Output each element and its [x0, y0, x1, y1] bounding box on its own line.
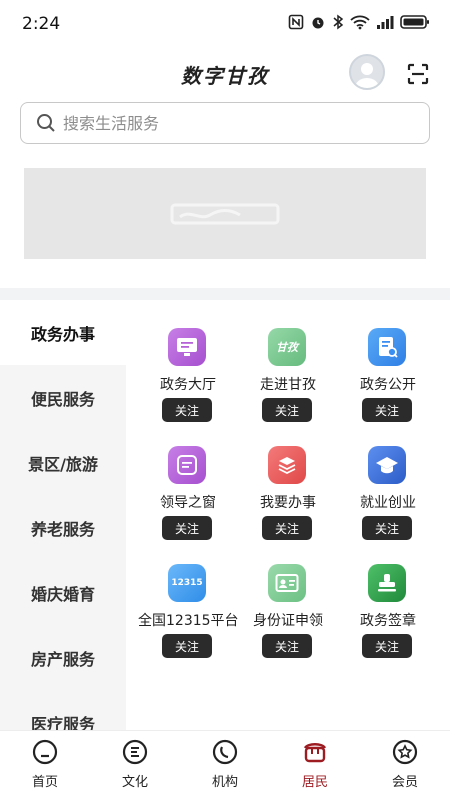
monitor-icon	[168, 328, 206, 366]
service-label: 就业创业	[360, 495, 416, 511]
institution-icon	[212, 739, 238, 765]
sidebar-item-label: 政务办事	[30, 324, 95, 344]
sidebar-item-label: 婚庆婚育	[30, 584, 95, 604]
culture-icon	[122, 739, 148, 765]
image-placeholder-icon	[170, 203, 280, 224]
home-icon	[32, 739, 58, 765]
document-search-icon	[368, 328, 406, 366]
tab-label: 居民	[301, 775, 328, 790]
ganzi-logo-icon: 甘孜	[268, 328, 306, 366]
graduation-cap-icon	[368, 446, 406, 484]
avatar[interactable]	[349, 54, 385, 90]
stamp-icon	[368, 564, 406, 602]
service-item[interactable]: 就业创业 关注	[338, 418, 438, 540]
sidebar-item-convenience[interactable]: 便民服务	[0, 365, 126, 430]
search-input[interactable]	[63, 113, 403, 133]
alarm-icon	[312, 17, 324, 29]
service-label: 领导之窗	[160, 495, 216, 511]
wifi-icon	[350, 15, 370, 30]
tab-culture[interactable]: 文化	[100, 739, 170, 797]
follow-button[interactable]: 关注	[362, 634, 412, 658]
service-item[interactable]: 政务公开 关注	[338, 300, 438, 422]
tab-label: 首页	[31, 775, 58, 790]
sidebar-item-label: 便民服务	[30, 389, 95, 409]
signal-icon	[377, 16, 394, 29]
scan-icon	[407, 63, 429, 85]
layers-icon	[268, 446, 306, 484]
sidebar-item-label: 房产服务	[30, 649, 95, 669]
bluetooth-icon	[333, 14, 344, 30]
sidebar-item-medical[interactable]: 医疗服务	[0, 690, 126, 731]
tab-residents[interactable]: 居民	[280, 739, 350, 797]
service-item[interactable]: 身份证申领 关注	[238, 536, 338, 658]
battery-icon	[400, 15, 429, 29]
sidebar-item-tourism[interactable]: 景区/旅游	[0, 430, 126, 495]
service-item[interactable]: 政务大厅 关注	[138, 300, 238, 422]
bottom-tab-bar: 首页 文化 机构 居民 会员	[0, 730, 450, 800]
search-bar[interactable]	[20, 102, 430, 144]
sidebar-item-housing[interactable]: 房产服务	[0, 625, 126, 690]
tab-institution[interactable]: 机构	[190, 739, 260, 797]
sidebar-item-elderly-care[interactable]: 养老服务	[0, 495, 126, 560]
icon-badge-text: 甘孜	[276, 341, 298, 354]
service-label: 全国12315平台	[138, 613, 239, 629]
nfc-icon	[288, 14, 304, 30]
app-header: 数字甘孜	[0, 50, 450, 96]
scan-button[interactable]	[406, 62, 430, 86]
tab-label: 机构	[211, 775, 238, 790]
service-item[interactable]: 我要办事 关注	[238, 418, 338, 540]
service-item[interactable]: 12315 全国12315平台 关注	[138, 536, 239, 658]
sidebar-item-label: 景区/旅游	[28, 454, 98, 474]
member-icon	[392, 739, 418, 765]
service-item[interactable]: 甘孜 走进甘孜 关注	[238, 300, 338, 422]
service-label: 政务大厅	[160, 377, 216, 393]
tab-label: 会员	[391, 775, 418, 790]
12315-icon: 12315	[168, 564, 206, 602]
status-time: 2:24	[22, 14, 61, 34]
message-window-icon	[168, 446, 206, 484]
service-label: 我要办事	[260, 495, 316, 511]
service-item[interactable]: 领导之窗 关注	[138, 418, 238, 540]
category-sidebar: 政务办事 便民服务 景区/旅游 养老服务 婚庆婚育 房产服务 医疗服务	[0, 300, 126, 730]
status-icons	[288, 14, 430, 30]
service-label: 政务公开	[360, 377, 416, 393]
service-label: 政务签章	[360, 613, 416, 629]
id-card-icon	[268, 564, 306, 602]
sidebar-item-label: 医疗服务	[30, 714, 95, 731]
tab-label: 文化	[121, 775, 148, 790]
service-grid: 政务大厅 关注 甘孜 走进甘孜 关注 政务公开 关注 领导之窗 关注 我要办事 …	[138, 300, 438, 730]
service-item[interactable]: 政务签章 关注	[338, 536, 438, 658]
follow-button[interactable]: 关注	[162, 634, 212, 658]
service-label: 走进甘孜	[260, 377, 316, 393]
residents-icon	[303, 743, 327, 763]
sidebar-item-wedding[interactable]: 婚庆婚育	[0, 560, 126, 625]
sidebar-item-government[interactable]: 政务办事	[0, 300, 126, 365]
search-icon	[37, 114, 55, 132]
sidebar-item-label: 养老服务	[30, 519, 95, 539]
user-icon	[355, 63, 379, 88]
service-label: 身份证申领	[253, 613, 323, 629]
tab-home[interactable]: 首页	[10, 739, 80, 797]
status-bar: 2:24	[0, 0, 450, 50]
banner-image[interactable]	[24, 168, 426, 259]
follow-button[interactable]: 关注	[262, 634, 312, 658]
tab-member[interactable]: 会员	[370, 739, 440, 797]
icon-badge-text: 12315	[171, 578, 203, 588]
section-divider	[0, 288, 450, 300]
